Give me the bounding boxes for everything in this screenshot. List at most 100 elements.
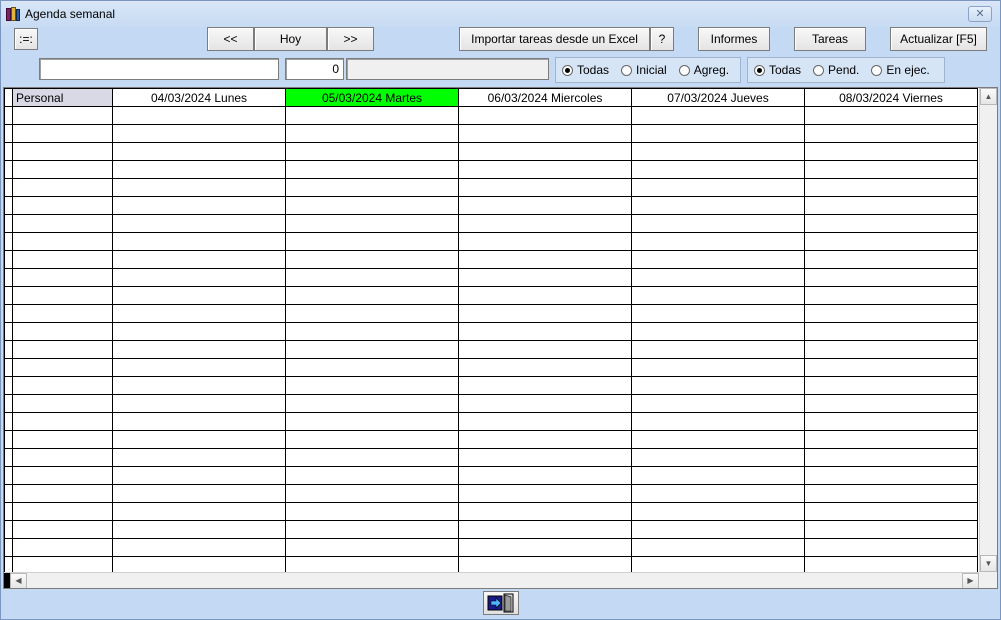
personal-cell[interactable] — [12, 502, 113, 521]
table-row[interactable] — [4, 142, 978, 161]
agenda-cell[interactable] — [458, 250, 632, 269]
agenda-cell[interactable] — [112, 448, 286, 467]
agenda-cell[interactable] — [112, 358, 286, 377]
count-field[interactable]: 0 — [285, 58, 344, 80]
table-row[interactable] — [4, 178, 978, 197]
agenda-cell[interactable] — [804, 430, 978, 449]
agenda-cell[interactable] — [631, 268, 805, 287]
column-header-today[interactable]: 05/03/2024 Martes — [285, 88, 459, 107]
agenda-cell[interactable] — [631, 484, 805, 503]
agenda-cell[interactable] — [631, 286, 805, 305]
agenda-cell[interactable] — [458, 142, 632, 161]
agenda-cell[interactable] — [631, 142, 805, 161]
table-row[interactable] — [4, 484, 978, 503]
agenda-cell[interactable] — [458, 340, 632, 359]
agenda-cell[interactable] — [804, 106, 978, 125]
agenda-cell[interactable] — [458, 178, 632, 197]
horizontal-scrollbar[interactable]: ◀ ▶ — [4, 572, 979, 588]
agenda-cell[interactable] — [458, 358, 632, 377]
personal-cell[interactable] — [12, 466, 113, 485]
scroll-right-icon[interactable]: ▶ — [962, 573, 979, 588]
agenda-cell[interactable] — [112, 430, 286, 449]
table-row[interactable] — [4, 106, 978, 125]
table-row[interactable] — [4, 160, 978, 179]
agenda-cell[interactable] — [285, 394, 459, 413]
agenda-cell[interactable] — [804, 178, 978, 197]
radio-origin-all[interactable]: Todas — [562, 63, 609, 77]
personal-cell[interactable] — [12, 250, 113, 269]
agenda-cell[interactable] — [285, 304, 459, 323]
agenda-cell[interactable] — [804, 268, 978, 287]
agenda-cell[interactable] — [112, 178, 286, 197]
agenda-cell[interactable] — [458, 322, 632, 341]
agenda-cell[interactable] — [804, 520, 978, 539]
table-row[interactable] — [4, 538, 978, 557]
agenda-cell[interactable] — [112, 160, 286, 179]
agenda-cell[interactable] — [458, 538, 632, 557]
agenda-cell[interactable] — [112, 322, 286, 341]
agenda-cell[interactable] — [112, 376, 286, 395]
agenda-cell[interactable] — [285, 322, 459, 341]
agenda-cell[interactable] — [631, 502, 805, 521]
agenda-cell[interactable] — [285, 286, 459, 305]
agenda-cell[interactable] — [112, 232, 286, 251]
next-week-button[interactable]: >> — [327, 27, 374, 51]
agenda-cell[interactable] — [804, 142, 978, 161]
agenda-cell[interactable] — [631, 538, 805, 557]
agenda-cell[interactable] — [112, 466, 286, 485]
agenda-cell[interactable] — [804, 502, 978, 521]
agenda-cell[interactable] — [458, 214, 632, 233]
menu-button[interactable]: :=: — [14, 28, 38, 50]
agenda-cell[interactable] — [285, 250, 459, 269]
table-row[interactable] — [4, 520, 978, 539]
table-row[interactable] — [4, 214, 978, 233]
agenda-cell[interactable] — [112, 286, 286, 305]
radio-origin-added[interactable]: Agreg. — [678, 63, 729, 77]
agenda-cell[interactable] — [804, 538, 978, 557]
table-row[interactable] — [4, 232, 978, 251]
agenda-cell[interactable] — [112, 340, 286, 359]
agenda-cell[interactable] — [631, 466, 805, 485]
agenda-cell[interactable] — [458, 394, 632, 413]
scroll-left-icon[interactable]: ◀ — [10, 573, 27, 588]
agenda-cell[interactable] — [804, 304, 978, 323]
radio-origin-initial[interactable]: Inicial — [621, 63, 667, 77]
agenda-cell[interactable] — [112, 142, 286, 161]
table-row[interactable] — [4, 502, 978, 521]
agenda-cell[interactable] — [804, 160, 978, 179]
agenda-cell[interactable] — [112, 268, 286, 287]
agenda-cell[interactable] — [112, 412, 286, 431]
agenda-cell[interactable] — [631, 376, 805, 395]
agenda-cell[interactable] — [631, 124, 805, 143]
agenda-cell[interactable] — [285, 160, 459, 179]
table-row[interactable] — [4, 448, 978, 467]
agenda-cell[interactable] — [804, 322, 978, 341]
agenda-cell[interactable] — [285, 358, 459, 377]
agenda-cell[interactable] — [285, 484, 459, 503]
agenda-cell[interactable] — [804, 250, 978, 269]
agenda-cell[interactable] — [285, 268, 459, 287]
personal-cell[interactable] — [12, 232, 113, 251]
agenda-cell[interactable] — [112, 304, 286, 323]
personal-cell[interactable] — [12, 430, 113, 449]
personal-cell[interactable] — [12, 358, 113, 377]
agenda-cell[interactable] — [285, 124, 459, 143]
import-excel-button[interactable]: Importar tareas desde un Excel — [459, 27, 650, 51]
personal-cell[interactable] — [12, 178, 113, 197]
agenda-cell[interactable] — [285, 142, 459, 161]
agenda-cell[interactable] — [631, 358, 805, 377]
agenda-cell[interactable] — [631, 430, 805, 449]
personal-cell[interactable] — [12, 286, 113, 305]
agenda-cell[interactable] — [804, 358, 978, 377]
agenda-cell[interactable] — [112, 520, 286, 539]
agenda-cell[interactable] — [112, 196, 286, 215]
agenda-cell[interactable] — [285, 214, 459, 233]
personal-cell[interactable] — [12, 340, 113, 359]
agenda-cell[interactable] — [285, 538, 459, 557]
agenda-cell[interactable] — [804, 196, 978, 215]
agenda-cell[interactable] — [285, 412, 459, 431]
agenda-cell[interactable] — [458, 304, 632, 323]
agenda-cell[interactable] — [804, 286, 978, 305]
agenda-cell[interactable] — [285, 520, 459, 539]
personal-cell[interactable] — [12, 394, 113, 413]
